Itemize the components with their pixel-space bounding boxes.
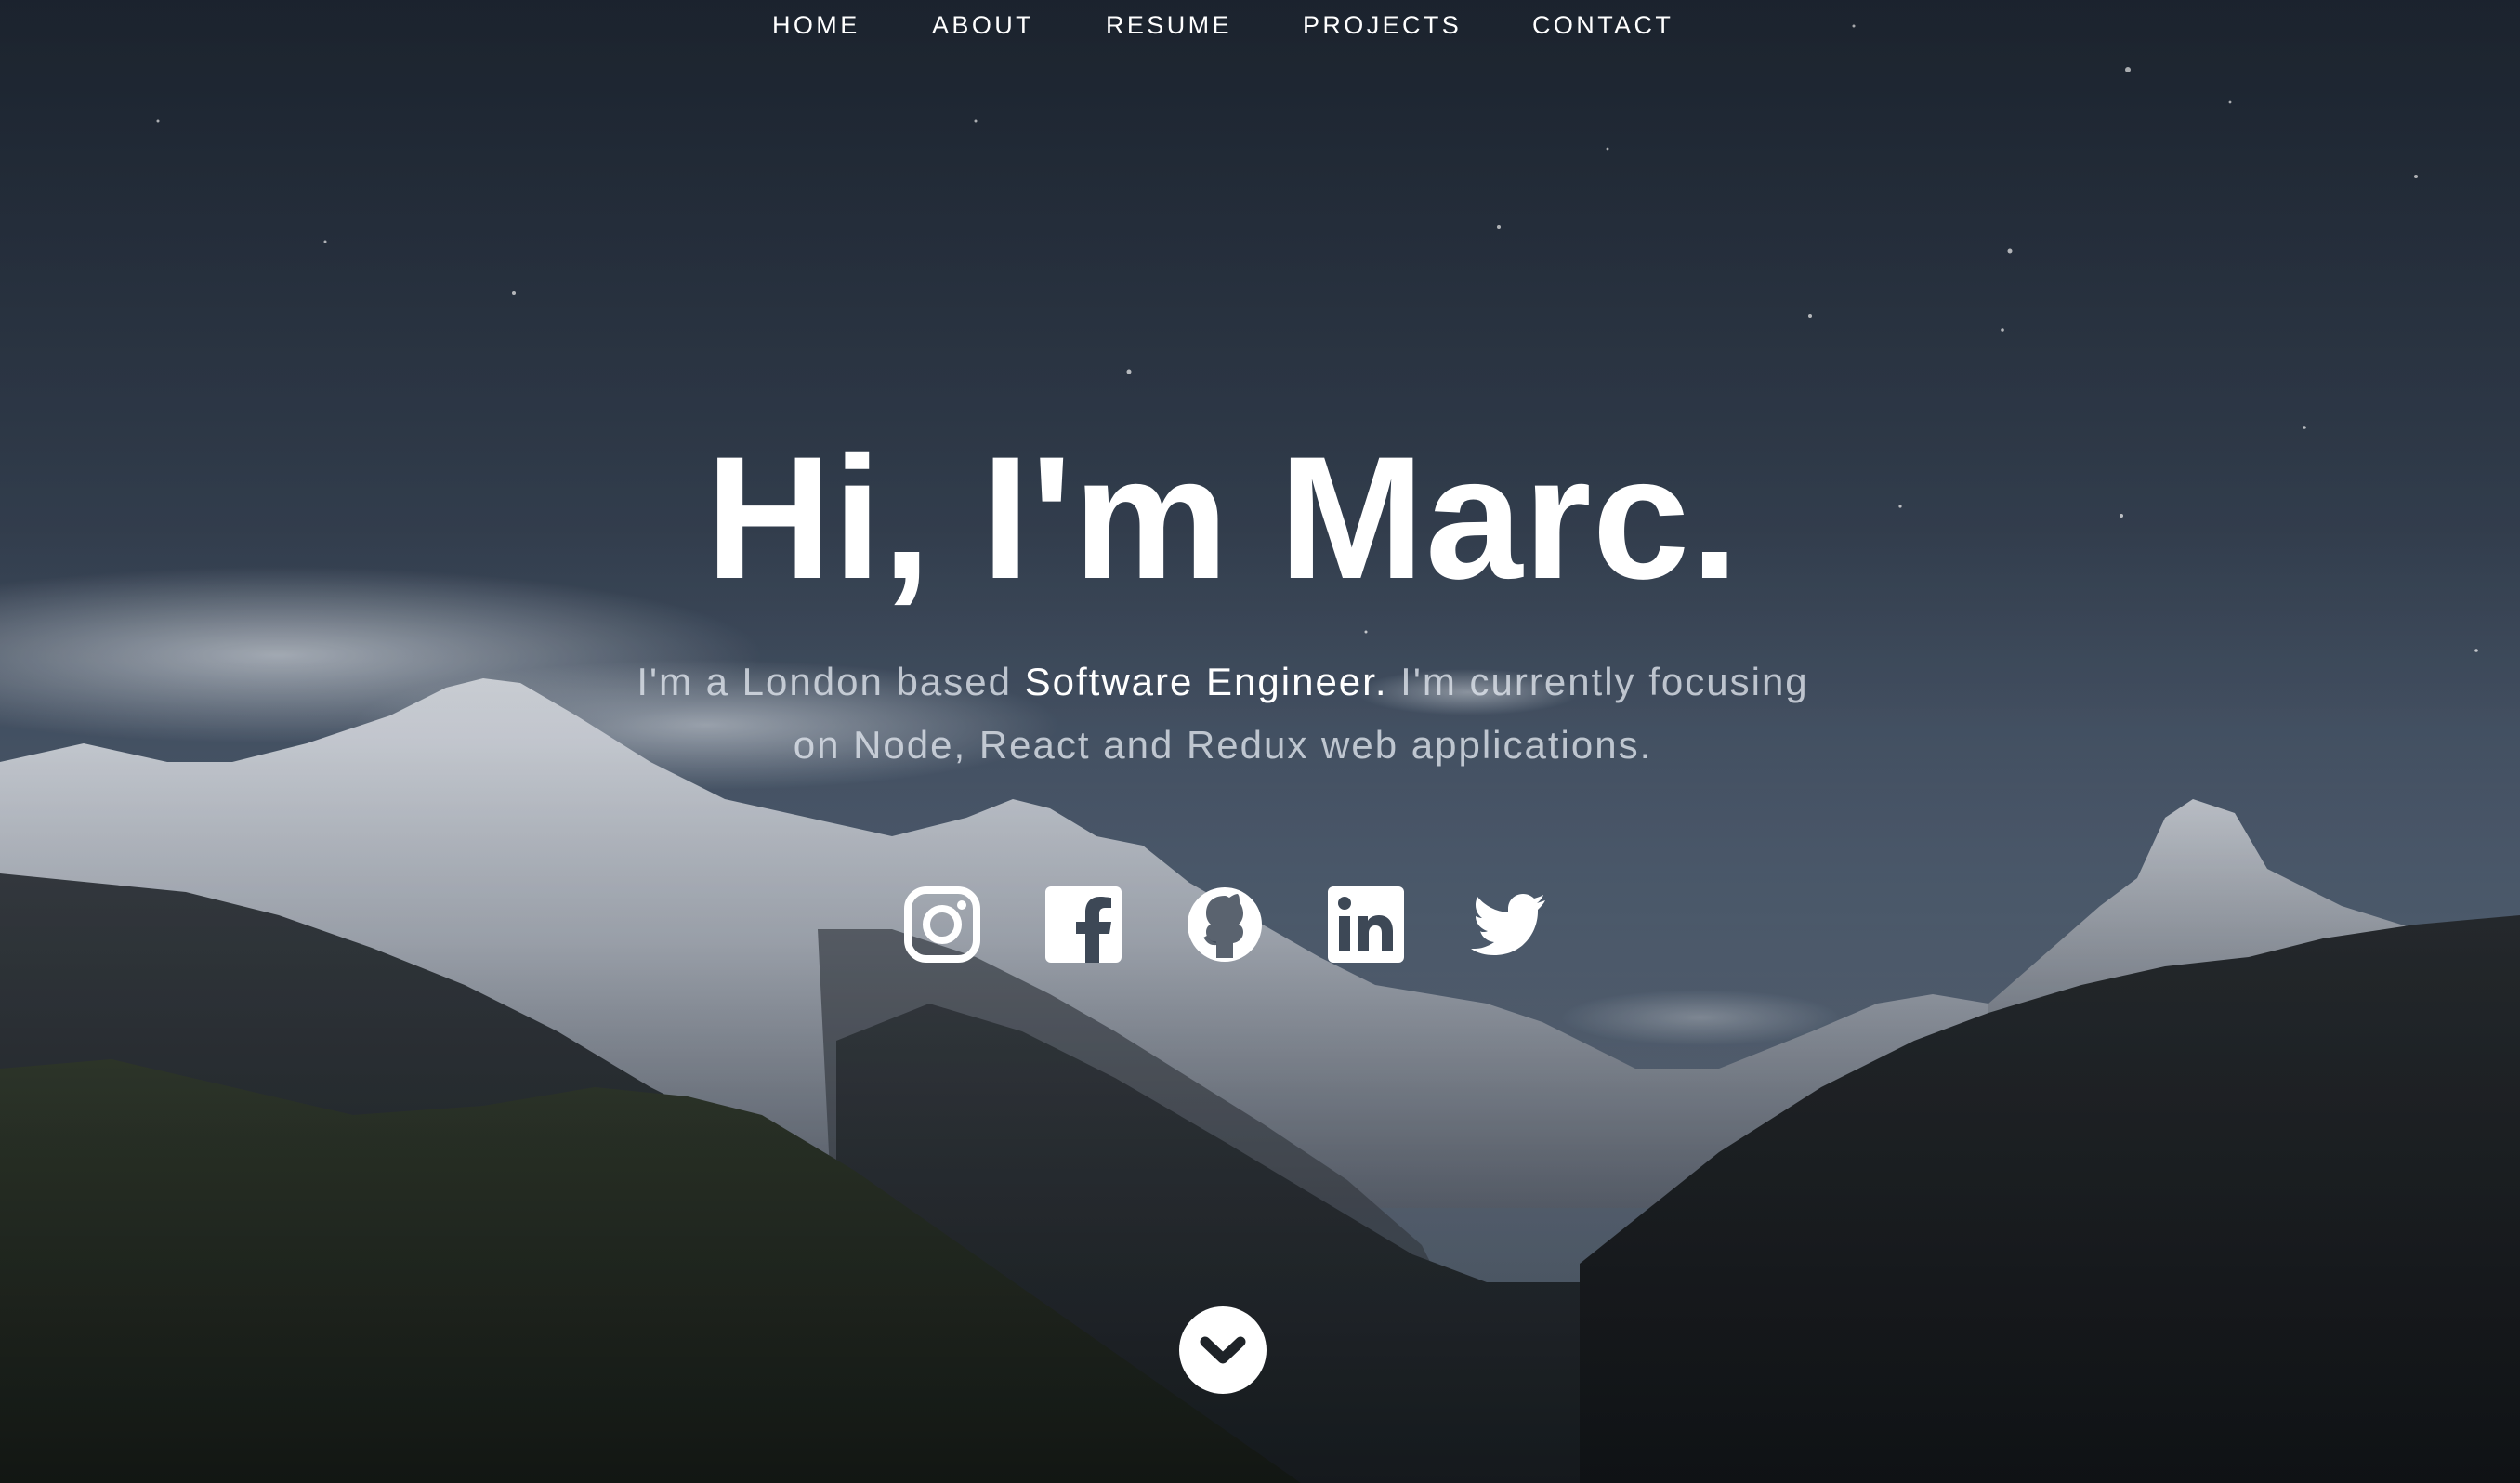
nav-projects-link[interactable]: PROJECTS [1303,11,1462,40]
twitter-icon [1471,894,1545,955]
instagram-link[interactable] [900,883,984,966]
facebook-icon [1045,886,1122,963]
chevron-down-icon [1200,1336,1246,1364]
hero-section: HOME ABOUT RESUME PROJECTS CONTACT Hi, I… [0,0,2520,1483]
nav-home-link[interactable]: HOME [772,11,860,40]
scroll-down-button[interactable] [1179,1306,1267,1394]
instagram-icon [904,886,980,963]
social-links [896,883,1565,966]
intro-role-highlight: Software Engineer. [1024,660,1388,703]
main-nav: HOME ABOUT RESUME PROJECTS CONTACT [0,0,2520,52]
intro-text-lead: I'm a London based [637,660,1025,703]
hero-headline: Hi, I'm Marc. [705,420,1740,615]
facebook-link[interactable] [1042,883,1125,966]
github-link[interactable] [1183,883,1267,966]
twitter-link[interactable] [1465,883,1549,966]
nav-contact-link[interactable]: CONTACT [1532,11,1673,40]
nav-resume-link[interactable]: RESUME [1106,11,1232,40]
hero-intro: I'm a London based Software Engineer. I'… [610,650,1836,777]
linkedin-icon [1328,886,1404,963]
github-icon [1188,887,1262,962]
nav-about-link[interactable]: ABOUT [932,11,1034,40]
linkedin-link[interactable] [1324,883,1408,966]
